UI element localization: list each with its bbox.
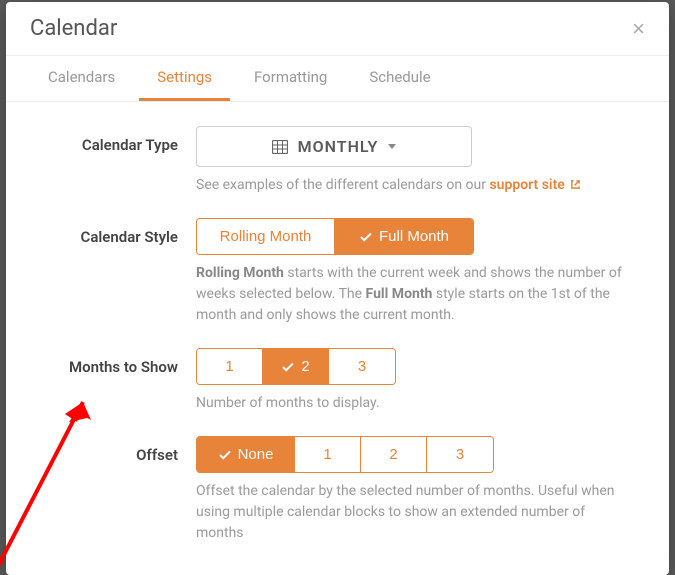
field-months-to-show: Months to Show 1 2 3 Number of months to… bbox=[36, 348, 645, 414]
close-button[interactable]: × bbox=[632, 18, 645, 40]
grid-icon bbox=[272, 140, 288, 154]
months-3[interactable]: 3 bbox=[329, 349, 395, 384]
check-icon bbox=[218, 448, 232, 462]
months-2[interactable]: 2 bbox=[263, 349, 329, 384]
tab-formatting[interactable]: Formatting bbox=[236, 56, 345, 101]
calendar-type-help: See examples of the different calendars … bbox=[196, 175, 635, 196]
field-offset: Offset None 1 2 3 Offset the calendar by… bbox=[36, 436, 645, 544]
calendar-style-group: Rolling Month Full Month bbox=[196, 218, 474, 255]
tab-calendars[interactable]: Calendars bbox=[30, 56, 133, 101]
field-calendar-style: Calendar Style Rolling Month Full Month … bbox=[36, 218, 645, 326]
chevron-down-icon bbox=[388, 144, 396, 149]
months-group: 1 2 3 bbox=[196, 348, 396, 385]
tab-settings[interactable]: Settings bbox=[139, 56, 230, 101]
label-calendar-style: Calendar Style bbox=[36, 218, 196, 246]
label-calendar-type: Calendar Type bbox=[36, 126, 196, 154]
check-icon bbox=[281, 360, 295, 374]
offset-group: None 1 2 3 bbox=[196, 436, 494, 473]
check-icon bbox=[359, 230, 373, 244]
label-offset: Offset bbox=[36, 436, 196, 464]
offset-1[interactable]: 1 bbox=[295, 437, 361, 472]
dialog-content: Calendar Type MONTHLY See examples of th… bbox=[6, 102, 669, 575]
offset-2[interactable]: 2 bbox=[361, 437, 427, 472]
field-calendar-type: Calendar Type MONTHLY See examples of th… bbox=[36, 126, 645, 196]
external-link-icon bbox=[570, 179, 581, 190]
dialog-header: Calendar × bbox=[6, 2, 669, 56]
months-1[interactable]: 1 bbox=[197, 349, 263, 384]
tab-schedule[interactable]: Schedule bbox=[351, 56, 448, 101]
calendar-dialog: Calendar × Calendars Settings Formatting… bbox=[6, 2, 669, 575]
offset-3[interactable]: 3 bbox=[427, 437, 493, 472]
dialog-title: Calendar bbox=[30, 16, 117, 41]
months-help: Number of months to display. bbox=[196, 393, 635, 414]
calendar-style-help: Rolling Month starts with the current we… bbox=[196, 263, 635, 326]
calendar-type-dropdown[interactable]: MONTHLY bbox=[196, 126, 472, 167]
close-icon: × bbox=[632, 16, 645, 41]
support-site-link[interactable]: support site bbox=[489, 177, 581, 193]
offset-help: Offset the calendar by the selected numb… bbox=[196, 481, 635, 544]
label-months-to-show: Months to Show bbox=[36, 348, 196, 376]
style-full-month[interactable]: Full Month bbox=[335, 219, 473, 254]
offset-none[interactable]: None bbox=[197, 437, 295, 472]
style-rolling-month[interactable]: Rolling Month bbox=[197, 219, 335, 254]
tabs: Calendars Settings Formatting Schedule bbox=[6, 56, 669, 102]
calendar-type-value: MONTHLY bbox=[298, 137, 379, 156]
